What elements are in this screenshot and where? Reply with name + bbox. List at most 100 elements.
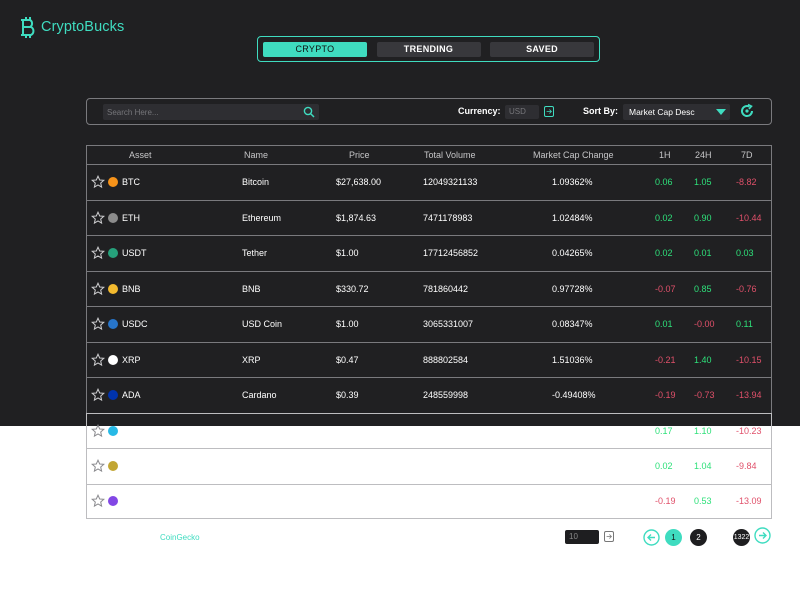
change-24h: 0.53	[694, 496, 712, 507]
change-1h: 0.01	[655, 319, 673, 330]
change-7d: -8.82	[736, 177, 757, 188]
table-row[interactable]: USDC USD Coin $1.00 3065331007 0.08347% 0.01 -…	[86, 306, 772, 342]
change-24h: 1.05	[694, 177, 712, 188]
header-name[interactable]: Name	[244, 150, 268, 160]
currency-label: Currency:	[458, 106, 501, 116]
table-row[interactable]: USDT Tether $1.00 17712456852 0.04265% 0.02 0.…	[86, 235, 772, 271]
asset-symbol: USDT	[122, 248, 147, 259]
asset-price: $330.72	[336, 283, 369, 294]
table-header: Asset Name Price Total Volume Market Cap…	[86, 145, 772, 164]
star-icon[interactable]	[90, 494, 106, 508]
sort-select[interactable]: Market Cap Desc	[623, 104, 730, 120]
change-7d: 0.11	[736, 319, 753, 330]
header-7d[interactable]: 7D	[741, 150, 753, 160]
star-icon[interactable]	[90, 210, 106, 225]
per-page-submit-icon[interactable]	[604, 531, 614, 542]
asset-name: Ethereum	[242, 212, 282, 223]
header-asset[interactable]: Asset	[129, 150, 152, 160]
change-24h: 1.40	[694, 354, 712, 365]
next-page-icon[interactable]	[754, 527, 771, 544]
star-icon[interactable]	[90, 352, 106, 367]
change-24h: 0.01	[694, 248, 712, 259]
search-icon[interactable]	[303, 106, 315, 118]
asset-name: BNB	[242, 283, 261, 294]
table-row[interactable]: -0.19 0.53 -13.09	[86, 483, 772, 519]
star-icon[interactable]	[90, 423, 106, 438]
header-price[interactable]: Price	[349, 150, 370, 160]
change-1h: -0.19	[655, 390, 676, 401]
header-24h[interactable]: 24H	[695, 150, 712, 160]
change-1h: 0.06	[655, 177, 673, 188]
table-row[interactable]: ETH Ethereum $1,874.63 7471178983 1.02484% 0.…	[86, 199, 772, 235]
asset-price: $1.00	[336, 319, 359, 330]
asset-volume: 888802584	[423, 354, 469, 365]
nav-tabs: CRYPTO TRENDING SAVED	[257, 36, 600, 62]
table-row[interactable]: BNB BNB $330.72 781860442 0.97728% -0.07 0.85 -…	[86, 270, 772, 306]
asset-volume: 248559998	[423, 390, 469, 401]
header-total-volume[interactable]: Total Volume	[424, 150, 476, 160]
table-row[interactable]: ADA Cardano $0.39 248559998 -0.49408% -0.19 -0…	[86, 377, 772, 413]
tab-trending[interactable]: TRENDING	[376, 41, 481, 57]
table-row[interactable]: 0.17 1.10 -10.23	[86, 412, 772, 448]
star-icon[interactable]	[90, 459, 106, 473]
crypto-table: Asset Name Price Total Volume Market Cap…	[86, 145, 772, 519]
asset-name: Cardano	[242, 390, 277, 401]
asset-price: $27,638.00	[336, 177, 382, 188]
tab-crypto[interactable]: CRYPTO	[263, 41, 367, 57]
coin-logo-icon	[108, 283, 118, 294]
coin-logo-icon	[108, 461, 118, 472]
star-icon[interactable]	[90, 317, 106, 331]
table-row[interactable]: BTC Bitcoin $27,638.00 12049321133 1.09362% 0…	[86, 164, 772, 200]
asset-price: $1.00	[336, 248, 359, 259]
page-button-last[interactable]: 1322	[733, 529, 750, 546]
change-1h: 0.02	[655, 461, 673, 472]
change-24h: 1.10	[694, 425, 712, 436]
star-icon[interactable]	[90, 281, 106, 296]
asset-mcap-change: 0.08347%	[552, 319, 593, 330]
page-button-1[interactable]: 1	[665, 529, 682, 546]
currency-input[interactable]: USD	[505, 105, 539, 119]
currency-submit-icon[interactable]	[544, 106, 554, 117]
asset-symbol: XRP	[122, 354, 141, 365]
page-button-2[interactable]: 2	[690, 529, 707, 546]
tab-saved[interactable]: SAVED	[490, 41, 594, 57]
star-icon[interactable]	[90, 175, 106, 189]
per-page-input[interactable]: 10	[565, 530, 599, 544]
asset-price: $1,874.63	[336, 212, 377, 223]
refresh-icon[interactable]	[739, 103, 755, 119]
asset-mcap-change: 1.02484%	[552, 212, 593, 223]
change-24h: -0.00	[694, 319, 715, 330]
table-row[interactable]: XRP XRP $0.47 888802584 1.51036% -0.21 1.40 -10…	[86, 341, 772, 377]
coin-logo-icon	[108, 390, 118, 401]
asset-name: XRP	[242, 354, 261, 365]
star-icon[interactable]	[90, 388, 106, 402]
asset-symbol: BTC	[122, 177, 140, 188]
asset-symbol: BNB	[122, 283, 141, 294]
change-7d: -9.84	[736, 461, 757, 472]
header-market-cap-change[interactable]: Market Cap Change	[533, 150, 614, 160]
change-7d: -13.09	[736, 496, 762, 507]
prev-page-icon[interactable]	[643, 529, 660, 546]
search-input[interactable]	[107, 105, 297, 119]
coin-logo-icon	[108, 425, 118, 436]
table-row[interactable]: 0.02 1.04 -9.84	[86, 448, 772, 484]
search-box	[103, 104, 319, 120]
star-icon[interactable]	[90, 246, 106, 260]
asset-name: Bitcoin	[242, 177, 270, 188]
asset-name: Tether	[242, 248, 268, 259]
header-1h[interactable]: 1H	[659, 150, 671, 160]
change-7d: -13.94	[736, 390, 762, 401]
coin-logo-icon	[108, 496, 118, 507]
app-logo[interactable]: CryptoBucks	[20, 16, 124, 38]
change-7d: -0.76	[736, 283, 757, 294]
change-24h: 0.85	[694, 283, 712, 294]
asset-volume: 781860442	[423, 283, 469, 294]
coingecko-credit-link[interactable]: CoinGecko	[160, 533, 200, 542]
asset-price: $0.39	[336, 390, 359, 401]
table-body: BTC Bitcoin $27,638.00 12049321133 1.09362% 0…	[86, 164, 772, 519]
change-1h: -0.07	[655, 283, 676, 294]
change-1h: 0.17	[655, 425, 673, 436]
asset-volume: 12049321133	[423, 177, 478, 188]
asset-mcap-change: 0.97728%	[552, 283, 593, 294]
coin-logo-icon	[108, 354, 118, 365]
